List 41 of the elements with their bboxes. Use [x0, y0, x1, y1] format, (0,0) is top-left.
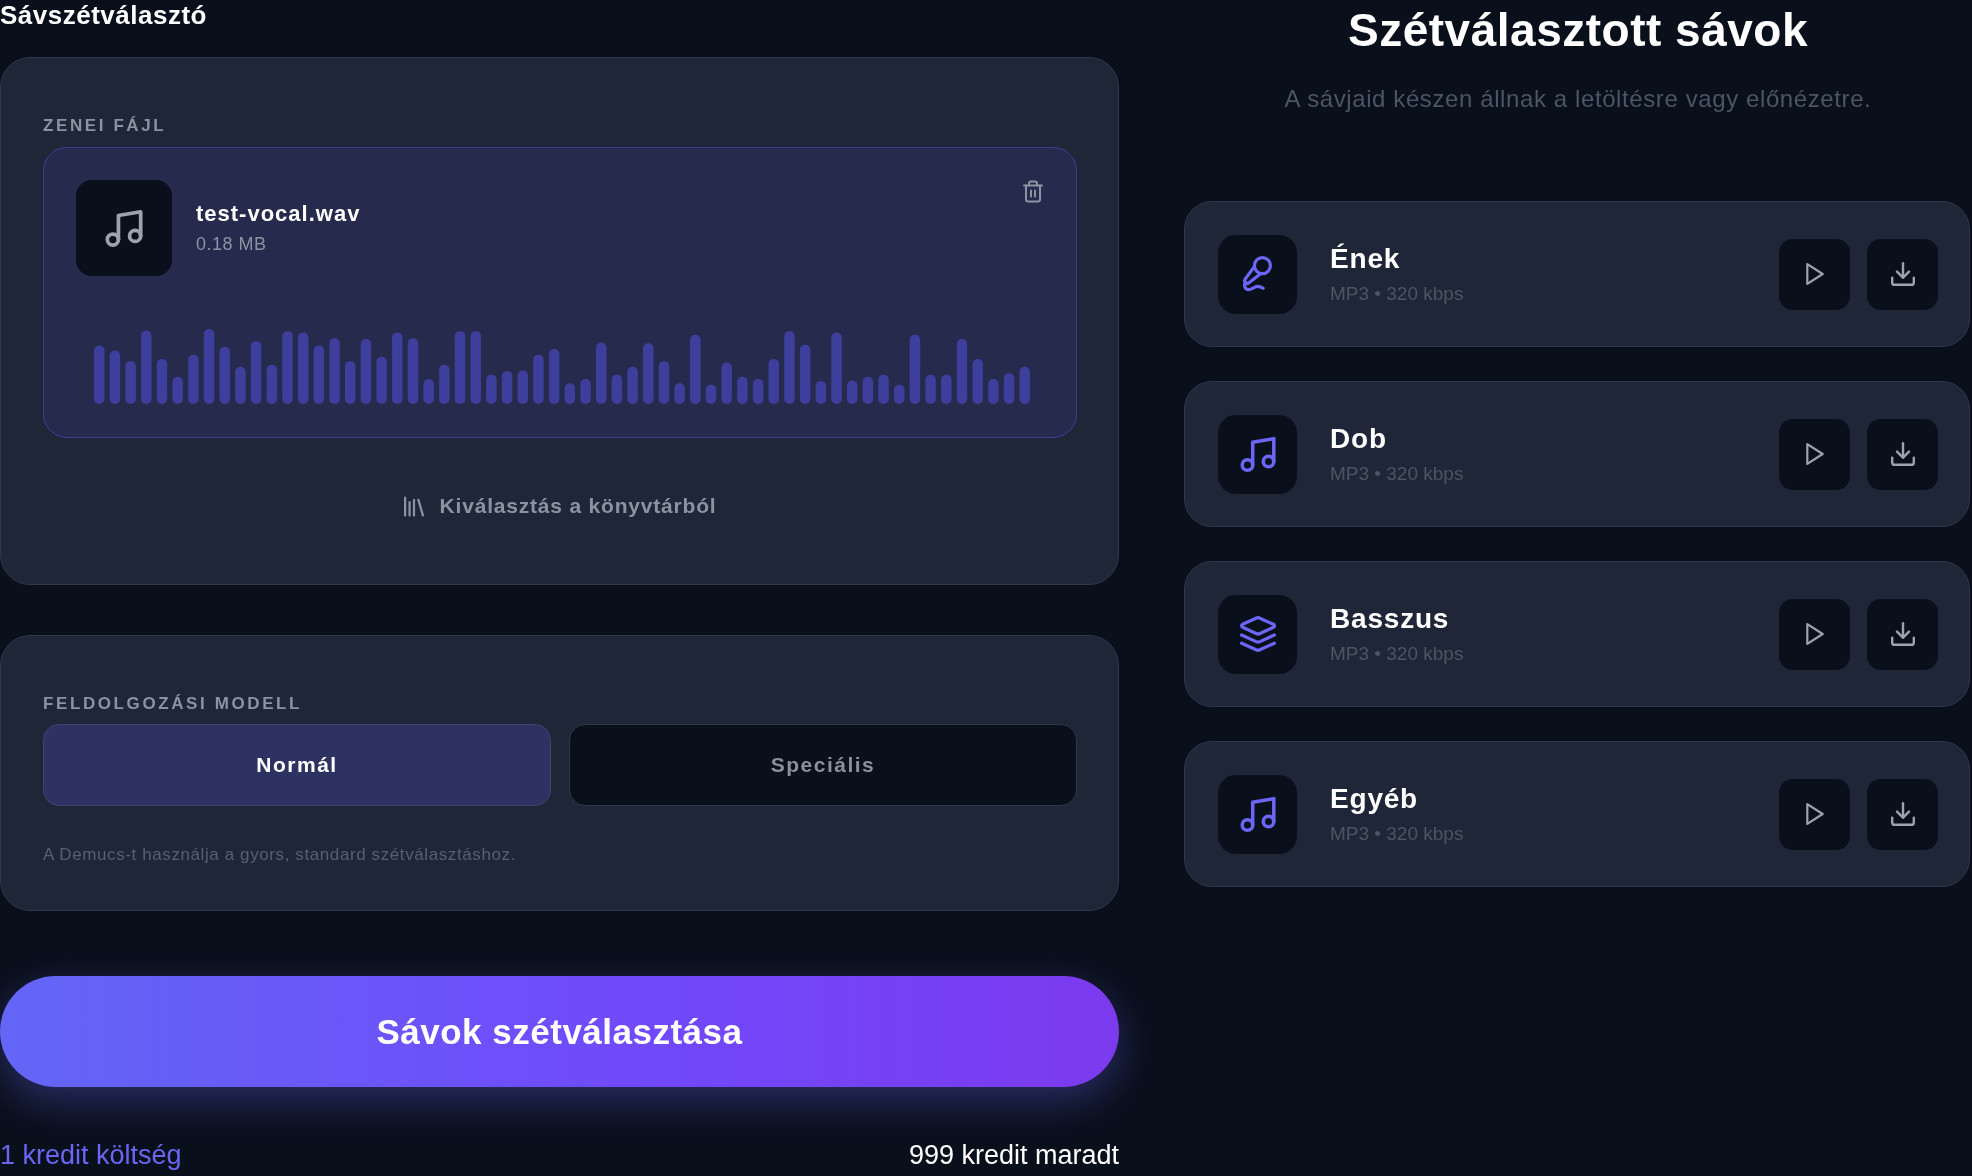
play-button[interactable] — [1779, 238, 1850, 310]
track-name: Egyéb — [1330, 782, 1419, 816]
download-icon — [1890, 262, 1915, 286]
play-icon — [1805, 803, 1824, 825]
credit-cost: 1 kredit költség — [0, 1139, 182, 1171]
download-icon — [1890, 442, 1915, 466]
separate-button[interactable]: Sávok szétválasztása — [0, 976, 1119, 1087]
results-title: Szétválasztott sávok — [1348, 3, 1808, 58]
music-note-icon — [1218, 774, 1297, 854]
model-hint: A Demucs-t használja a gyors, standard szétválasztáshoz. — [43, 844, 517, 866]
music-note-icon — [76, 180, 172, 276]
download-button[interactable] — [1867, 418, 1938, 490]
play-icon — [1805, 263, 1824, 285]
model-option[interactable]: Normál — [43, 724, 551, 806]
results-subtitle: A sávjaid készen állnak a letöltésre vagy előnézetre. — [1284, 84, 1872, 114]
track-name: Basszus — [1330, 602, 1450, 636]
model-option[interactable]: Speciális — [569, 724, 1077, 806]
file-name: test-vocal.wav — [196, 200, 361, 228]
microphone-icon — [1218, 234, 1297, 314]
app-title: Sávszétválasztó — [0, 0, 207, 30]
play-icon — [1805, 443, 1824, 465]
download-button[interactable] — [1867, 238, 1938, 310]
file-size: 0.18 MB — [196, 233, 267, 256]
download-icon — [1890, 622, 1915, 646]
library-icon — [403, 495, 424, 517]
play-button[interactable] — [1779, 778, 1850, 850]
track-name: Dob — [1330, 422, 1387, 456]
music-note-icon — [1218, 414, 1297, 494]
section-label: FELDOLGOZÁSI MODELL — [43, 694, 303, 714]
download-button[interactable] — [1867, 598, 1938, 670]
layers-icon — [1218, 594, 1297, 674]
download-icon — [1890, 802, 1915, 826]
play-button[interactable] — [1779, 598, 1850, 670]
play-icon — [1805, 623, 1824, 645]
credits-remaining: 999 kredit maradt — [908, 1139, 1119, 1171]
trash-icon[interactable] — [1023, 180, 1043, 203]
track-name: Ének — [1330, 242, 1401, 276]
play-button[interactable] — [1779, 418, 1850, 490]
section-label: ZENEI FÁJL — [43, 116, 167, 136]
download-button[interactable] — [1867, 778, 1938, 850]
library-link[interactable]: Kiválasztás a könyvtárból — [403, 492, 717, 520]
